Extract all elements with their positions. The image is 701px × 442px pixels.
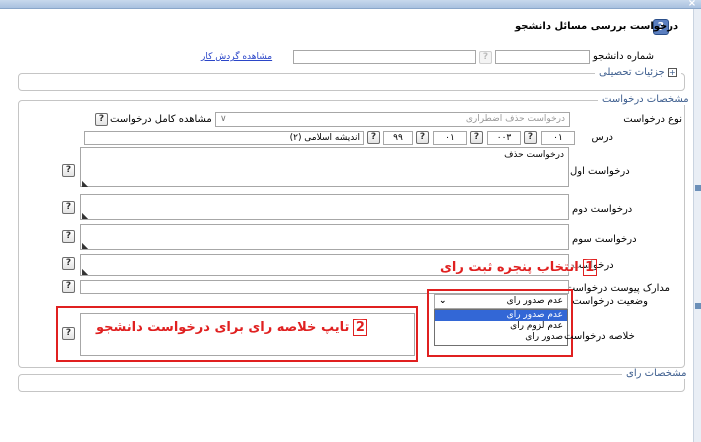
scrollbar-marker	[695, 303, 701, 309]
course-field-1[interactable]: ۰۱	[541, 131, 575, 145]
resize-grip-icon[interactable]: ◣	[82, 267, 88, 276]
course-field-3[interactable]: ۰۱	[433, 131, 467, 145]
academic-details-section	[18, 73, 685, 91]
third-request-textarea[interactable]	[80, 224, 569, 250]
annotation-step-1-text: انتخاب پنجره ثبت رای	[440, 260, 579, 275]
resize-grip-icon[interactable]: ◣	[82, 211, 88, 220]
course-field-3-lookup[interactable]: ?	[416, 131, 429, 144]
course-field-1-lookup[interactable]: ?	[524, 131, 537, 144]
student-number-input[interactable]	[495, 50, 590, 64]
right-scrollbar[interactable]	[693, 9, 701, 442]
chevron-down-icon: ∨	[220, 114, 227, 124]
summary-label: خلاصه درخواست	[564, 331, 635, 342]
fourth-request-help-button[interactable]: ?	[62, 257, 75, 270]
course-field-4[interactable]: ۹۹	[383, 131, 413, 145]
opinion-specs-section	[18, 374, 685, 392]
opinion-specs-legend: مشخصات رای	[622, 368, 691, 379]
first-request-textarea[interactable]: درخواست حذف	[80, 147, 569, 187]
annotation-step-2-text: تایپ خلاصه رای برای درخواست دانشجو	[96, 320, 350, 335]
student-name-field	[293, 50, 476, 64]
status-label: وضعیت درخواست	[572, 296, 648, 307]
student-number-label: شماره دانشجو	[592, 51, 654, 62]
annotation-highlight-status	[427, 289, 573, 357]
expand-plus-icon[interactable]: +	[667, 67, 677, 77]
course-label: درس	[591, 132, 614, 143]
course-name-field: اندیشه اسلامی (۲)	[84, 131, 364, 145]
course-field-2[interactable]: ۰۰۳	[487, 131, 521, 145]
third-request-help-button[interactable]: ?	[62, 230, 75, 243]
academic-details-label: جزئیات تحصیلی	[599, 67, 665, 78]
view-full-request-button[interactable]: ?	[95, 113, 108, 126]
attachments-help-button[interactable]: ?	[62, 280, 75, 293]
annotation-step-2: تایپ خلاصه رای برای درخواست دانشجو 2	[96, 319, 368, 336]
request-type-value: درخواست حذف اضطراری	[465, 114, 565, 124]
attachments-label: مدارک پیوست درخواست	[565, 283, 670, 294]
scrollbar-marker	[695, 185, 701, 191]
request-type-label: نوع درخواست	[623, 114, 682, 125]
view-full-request-label: مشاهده کامل درخواست	[110, 114, 212, 125]
window-title-bar	[0, 0, 701, 9]
annotation-step-1: انتخاب پنجره ثبت رای 1	[440, 259, 597, 276]
first-request-help-button[interactable]: ?	[62, 164, 75, 177]
second-request-help-button[interactable]: ?	[62, 201, 75, 214]
third-request-label: درخواست سوم	[572, 234, 637, 245]
request-specs-legend: مشخصات درخواست	[598, 94, 693, 105]
second-request-textarea[interactable]	[80, 194, 569, 220]
second-request-label: درخواست دوم	[572, 204, 633, 215]
first-request-label: درخواست اول	[570, 166, 630, 177]
page-title: درخواست بررسی مسائل دانشجو	[515, 21, 679, 32]
course-field-4-lookup[interactable]: ?	[367, 131, 380, 144]
annotation-step-2-number: 2	[353, 319, 368, 336]
workflow-history-link[interactable]: مشاهده گردش کار	[201, 52, 272, 62]
course-field-2-lookup[interactable]: ?	[470, 131, 483, 144]
student-lookup-button[interactable]: ?	[479, 51, 492, 64]
annotation-step-1-number: 1	[582, 259, 597, 276]
resize-grip-icon[interactable]: ◣	[82, 241, 88, 250]
first-request-text: درخواست حذف	[504, 150, 564, 160]
close-icon[interactable]: ×	[686, 0, 698, 9]
academic-details-legend[interactable]: جزئیات تحصیلی +	[595, 67, 681, 78]
resize-grip-icon[interactable]: ◣	[82, 179, 88, 188]
request-type-select[interactable]: ∨ درخواست حذف اضطراری	[215, 112, 570, 127]
